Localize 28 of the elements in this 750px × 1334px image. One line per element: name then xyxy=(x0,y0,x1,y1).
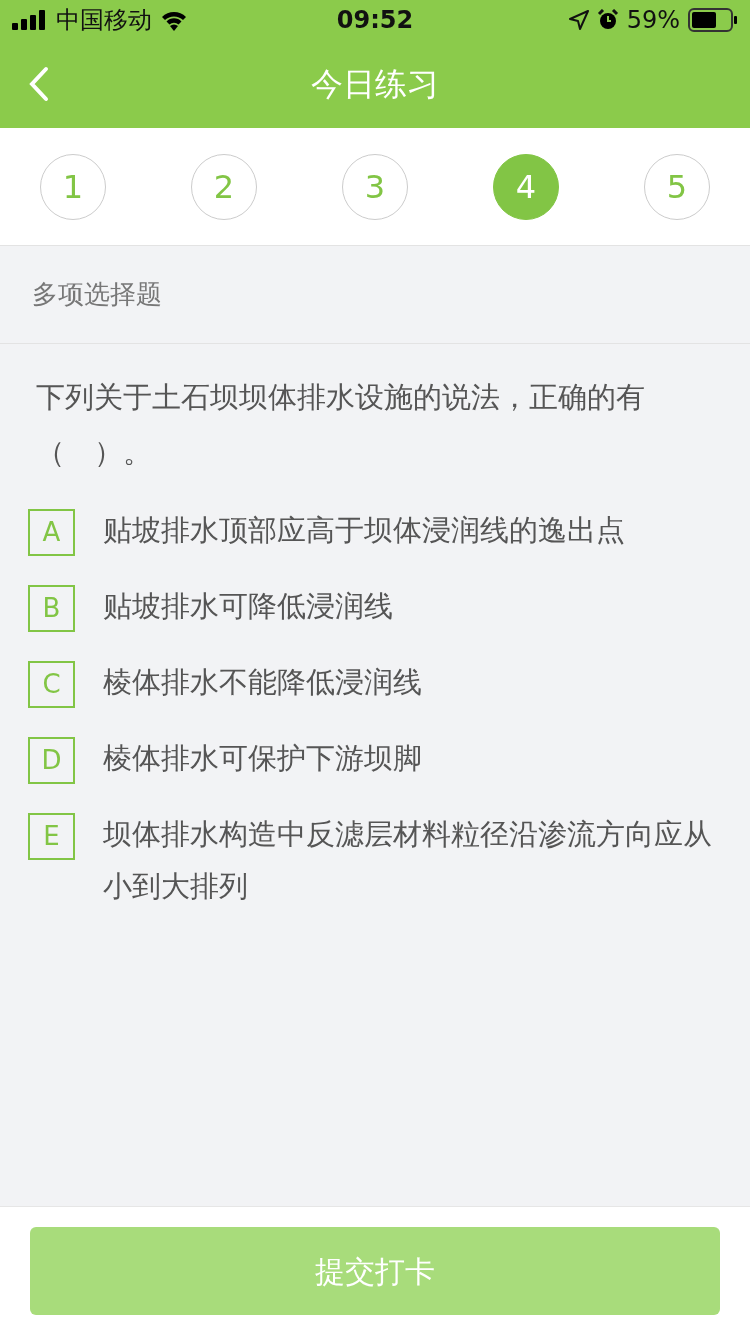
question-number-tab[interactable]: 4 xyxy=(493,153,559,220)
battery-icon xyxy=(688,8,738,32)
question-number-tab[interactable]: 2 xyxy=(191,153,257,220)
signal-icon xyxy=(12,10,48,30)
option-text[interactable]: 棱体排水不能降低浸润线 xyxy=(103,656,422,708)
option-letter-box[interactable]: E xyxy=(28,813,75,860)
option-letter-box[interactable]: D xyxy=(28,737,75,784)
carrier-name: 中国移动 xyxy=(56,5,152,36)
question-number-tab[interactable]: 3 xyxy=(342,153,408,220)
back-button[interactable] xyxy=(28,66,50,102)
wifi-icon xyxy=(160,9,188,31)
option-letter-box[interactable]: B xyxy=(28,585,75,632)
option-text[interactable]: 棱体排水可保护下游坝脚 xyxy=(103,732,422,784)
page-title: 今日练习 xyxy=(311,64,439,105)
clock-time: 09:52 xyxy=(336,5,414,36)
option-text[interactable]: 坝体排水构造中反滤层材料粒径沿渗流方向应从小到大排列 xyxy=(103,808,720,912)
question-type: 多项选择题 xyxy=(0,246,750,344)
back-icon xyxy=(28,66,50,102)
question-text: 下列关于土石坝坝体排水设施的说法，正确的有（ ）。 xyxy=(35,379,646,471)
option-letter-box[interactable]: A xyxy=(28,509,75,556)
question-number-tab[interactable]: 1 xyxy=(40,153,106,220)
question-number-tab[interactable]: 5 xyxy=(644,153,710,220)
option-text[interactable]: 贴坡排水可降低浸润线 xyxy=(103,580,393,632)
alarm-clock-icon xyxy=(596,9,619,31)
location-arrow-icon xyxy=(568,10,589,30)
option-letter-box[interactable]: C xyxy=(28,661,75,708)
battery-percent: 59% xyxy=(626,5,680,36)
option-text[interactable]: 贴坡排水顶部应高于坝体浸润线的逸出点 xyxy=(103,504,625,556)
